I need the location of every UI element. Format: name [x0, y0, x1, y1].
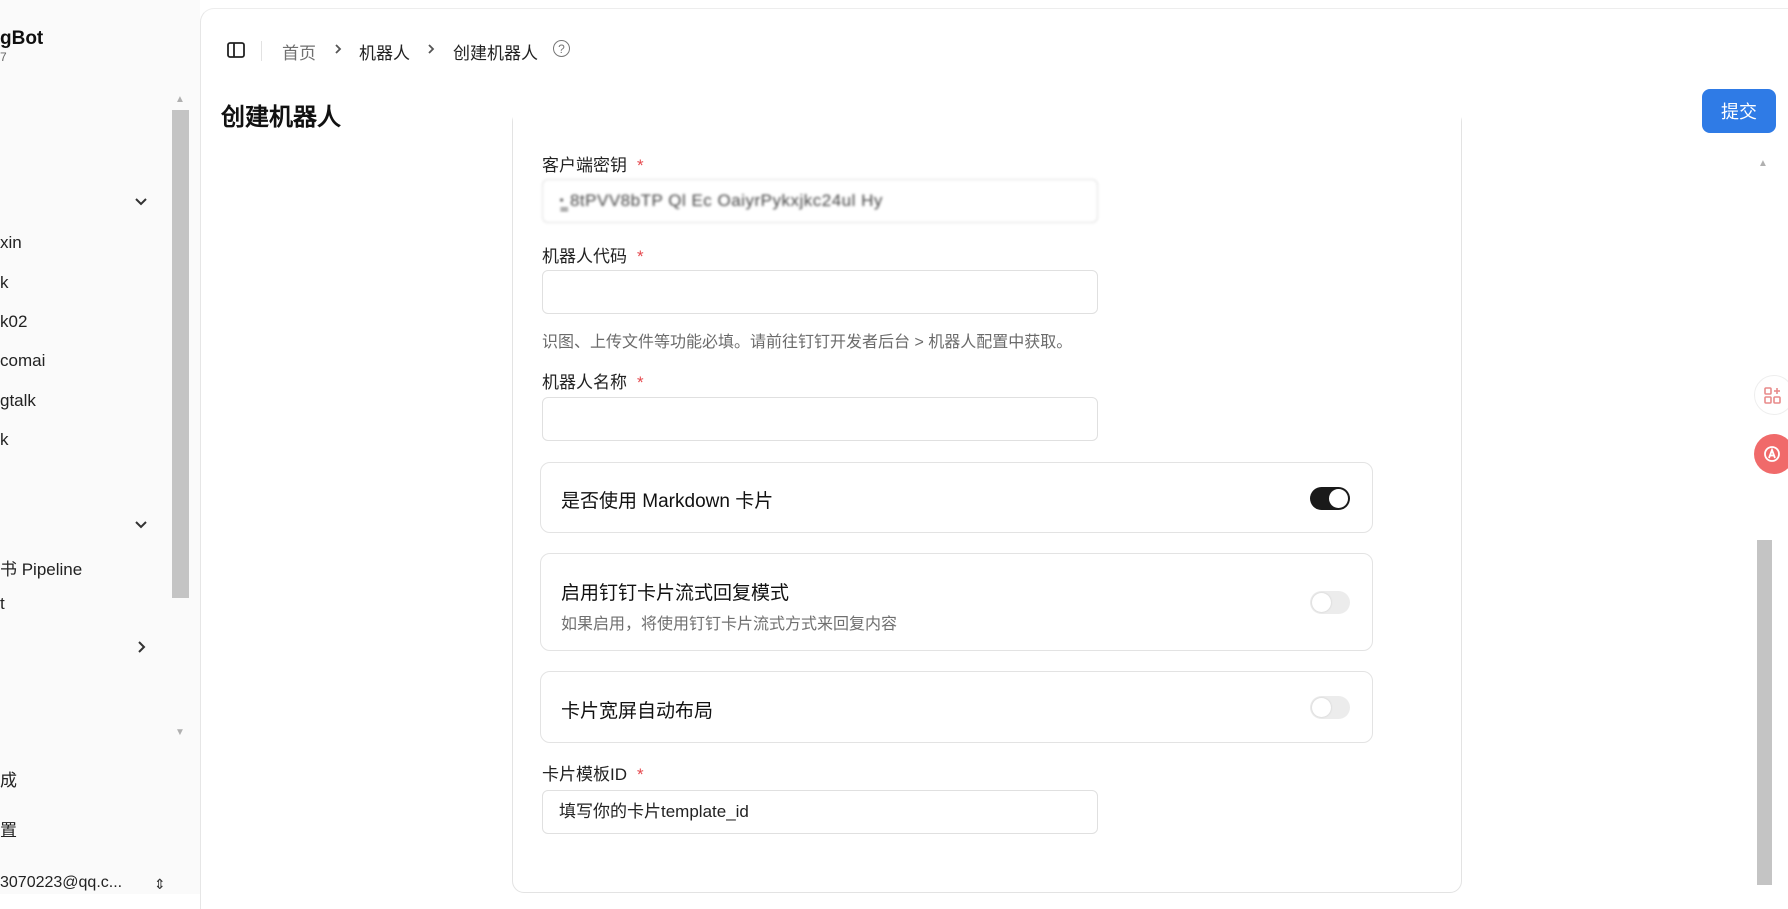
- stream-card-description: 如果启用，将使用钉钉卡片流式方式来回复内容: [561, 616, 898, 633]
- chevron-down-icon[interactable]: [133, 516, 149, 532]
- breadcrumb-robots[interactable]: 机器人: [359, 39, 410, 64]
- robot-name-label: 机器人名称 *: [542, 373, 644, 392]
- sidebar-item[interactable]: k02: [0, 312, 27, 332]
- sidebar-item[interactable]: comai: [0, 351, 45, 371]
- brand-version: 7: [0, 50, 7, 64]
- scroll-down-arrow[interactable]: ▼: [172, 728, 188, 738]
- scroll-up-arrow[interactable]: ▲: [1758, 158, 1768, 169]
- stream-card-label: 启用钉钉卡片流式回复模式: [561, 583, 790, 604]
- sidebar-item[interactable]: 成: [0, 766, 17, 791]
- chevron-up-down-icon[interactable]: ⇕: [154, 876, 166, 893]
- wide-card-toggle[interactable]: [1310, 696, 1350, 719]
- submit-button[interactable]: 提交: [1702, 89, 1776, 133]
- help-icon[interactable]: ?: [553, 40, 570, 57]
- sidebar-scrollbar[interactable]: [172, 110, 189, 598]
- template-id-input[interactable]: 填写你的卡片template_id: [542, 790, 1098, 834]
- robot-code-input[interactable]: [542, 270, 1098, 314]
- page-title: 创建机器人: [221, 104, 341, 131]
- scroll-up-arrow[interactable]: ▲: [172, 95, 188, 105]
- breadcrumb-current: 创建机器人: [453, 44, 538, 63]
- sidebar: gBot 7 xin k k02 comai gtalk k 书 Pipelin…: [0, 0, 200, 894]
- chevron-right-icon: [331, 42, 345, 56]
- markdown-card-label: 是否使用 Markdown 卡片: [561, 491, 774, 512]
- user-email[interactable]: 3070223@qq.c...: [0, 874, 122, 892]
- template-id-label: 卡片模板ID *: [542, 765, 644, 784]
- brand-name: gBot: [0, 28, 44, 49]
- card-top-mask: [513, 110, 1461, 146]
- page-scrollbar[interactable]: [1757, 540, 1772, 885]
- robot-code-label: 机器人代码 *: [542, 247, 644, 266]
- robot-name-input[interactable]: [542, 397, 1098, 441]
- client-secret-input[interactable]: ꞏ̲̲ 8tPVV8bTP Ql Ec OaiyrPykxjkc24ul Hy: [542, 179, 1098, 223]
- toggle-knob: [1329, 489, 1348, 508]
- toggle-knob: [1312, 593, 1331, 612]
- sidebar-item[interactable]: 置: [0, 816, 17, 841]
- sidebar-item[interactable]: 书 Pipeline: [0, 555, 82, 580]
- stream-card-option: 启用钉钉卡片流式回复模式 如果启用，将使用钉钉卡片流式方式来回复内容: [540, 553, 1373, 651]
- sidebar-item[interactable]: k: [0, 430, 9, 450]
- divider: [261, 41, 262, 61]
- sidebar-item[interactable]: k: [0, 273, 9, 293]
- sidebar-item[interactable]: xin: [0, 233, 22, 253]
- translate-icon[interactable]: [1754, 434, 1788, 474]
- markdown-card-option: 是否使用 Markdown 卡片: [540, 462, 1373, 533]
- chevron-right-icon[interactable]: [133, 639, 149, 655]
- sidebar-item[interactable]: gtalk: [0, 391, 36, 411]
- sidebar-item[interactable]: t: [0, 594, 5, 614]
- breadcrumb-home[interactable]: 首页: [282, 39, 316, 64]
- chevron-down-icon[interactable]: [133, 193, 149, 209]
- wide-card-label: 卡片宽屏自动布局: [561, 701, 714, 722]
- sidebar-toggle-icon[interactable]: [226, 40, 246, 60]
- stream-card-toggle[interactable]: [1310, 591, 1350, 614]
- toggle-knob: [1312, 698, 1331, 717]
- apps-icon[interactable]: [1754, 375, 1788, 415]
- markdown-card-toggle[interactable]: [1310, 487, 1350, 510]
- robot-code-hint: 识图、上传文件等功能必填。请前往钉钉开发者后台 > 机器人配置中获取。: [542, 334, 1073, 351]
- chevron-right-icon: [424, 42, 438, 56]
- wide-card-option: 卡片宽屏自动布局: [540, 671, 1373, 743]
- client-secret-label: 客户端密钥 *: [542, 156, 644, 175]
